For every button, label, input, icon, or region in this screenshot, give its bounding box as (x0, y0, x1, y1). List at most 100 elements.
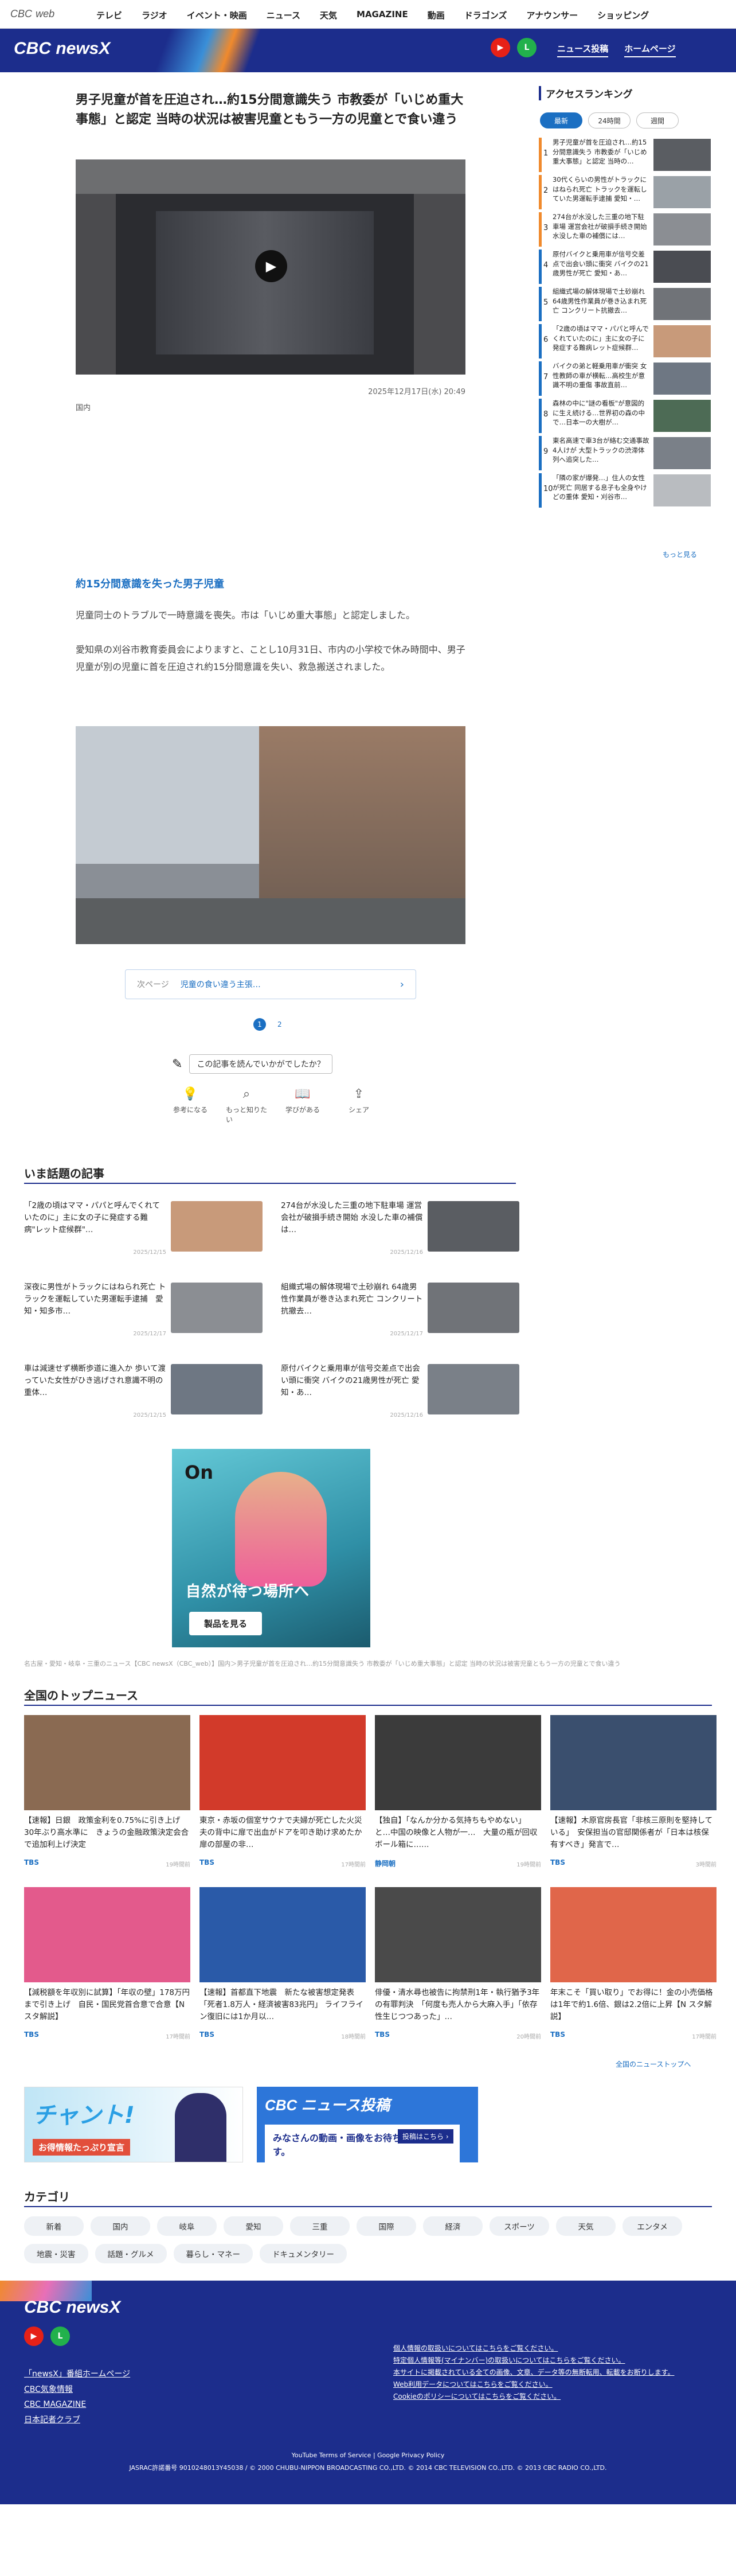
news-post-link[interactable]: ニュース投稿 (557, 42, 609, 57)
terms-links[interactable]: YouTube Terms of Service | Google Privac… (0, 2452, 736, 2459)
top-news-item[interactable]: 【速報】木原官房長官「非核三原則を堅持している」 安保担当の官邸関係者が「日本は… (550, 1715, 717, 1887)
footer-logo[interactable]: CBC newsX (24, 2298, 120, 2317)
trending-item[interactable]: 274台が水没した三重の地下駐車場 運営会社が破損手続き開始 水没した車の補償は… (281, 1200, 522, 1258)
video-frame-top (76, 159, 465, 194)
line-icon[interactable]: L (517, 38, 537, 57)
presenter-image (175, 2093, 226, 2162)
category-tag[interactable]: 新着 (24, 2216, 84, 2236)
category-tag[interactable]: ドキュメンタリー (260, 2244, 347, 2263)
top-news-date: 20時間前 (516, 2034, 541, 2040)
page-1[interactable]: 1 (253, 1018, 266, 1031)
ad-button[interactable]: 製品を見る (189, 1612, 263, 1635)
reaction-more[interactable]: ⌕ もっと知りたい (226, 1087, 267, 1124)
play-icon[interactable]: ▶ (255, 250, 287, 282)
trending-item[interactable]: 車は減速せず横断歩道に進入か 歩いて渡っていた女性がひき逃げされ意識不明の重体…… (24, 1363, 265, 1421)
rank-thumbnail (653, 139, 711, 171)
nav-item-magazine[interactable]: MAGAZINE (357, 9, 408, 21)
footer-link[interactable]: CBC MAGAZINE (24, 2397, 130, 2413)
policy-link[interactable]: 本サイトに掲載されている全ての画像、文章、データ等の無断転用、転載をお断りします… (393, 2367, 674, 2379)
breadcrumb[interactable]: 名古屋・愛知・岐阜・三重のニュース【CBC newsX（CBC_web）】国内＞… (24, 1659, 620, 1668)
news-post-banner[interactable]: CBC ニュース投稿 みなさんの動画・画像をお待ちしています。 投稿はこちら › (257, 2087, 478, 2162)
chant-banner[interactable]: チャント! お得情報たっぷり宣言 (24, 2087, 243, 2162)
footer-link[interactable]: CBC気象情報 (24, 2382, 130, 2398)
category-tag[interactable]: 地震・災害 (24, 2244, 88, 2263)
advertisement[interactable]: On 自然が待つ場所へ 製品を見る (172, 1449, 370, 1647)
top-news-item[interactable]: 【速報】首都直下地震 新たな被害想定発表「死者1.8万人・経済被害83兆円」 ラ… (199, 1887, 366, 2059)
category-tag[interactable]: 国際 (357, 2216, 416, 2236)
nav-item-news[interactable]: ニュース (267, 9, 300, 21)
category-tag[interactable]: 愛知 (224, 2216, 283, 2236)
footer-social-icons: ▶ L (24, 2326, 70, 2346)
ranking-item[interactable]: 4 原付バイクと乗用車が信号交差点で出会い頭に衝突 バイクの21歳男性が死亡 愛知… (539, 250, 711, 284)
category-tag[interactable]: 天気 (556, 2216, 616, 2236)
category-tag[interactable]: スポーツ (490, 2216, 549, 2236)
reaction-helpful[interactable]: 💡 参考になる (170, 1087, 211, 1124)
next-page-link[interactable]: 次ページ 児童の食い違う主張… › (125, 969, 416, 999)
top-news-item[interactable]: 俳優・清水尋也被告に拘禁刑1年・執行猶予3年の有罪判決 「何度も売人から大麻入手… (375, 1887, 541, 2059)
trending-item[interactable]: 組織式場の解体現場で土砂崩れ 64歳男性作業員が巻き込まれ死亡 コンクリート抗撤… (281, 1281, 522, 1340)
article-category[interactable]: 国内 (76, 402, 91, 412)
top-news-item[interactable]: 年末こそ「買い取り」でお得に！金の小売価格は1年で約1.6倍、銀は2.2倍に上昇… (550, 1887, 717, 2059)
trending-item[interactable]: 深夜に男性がトラックにはねられ死亡 トラックを運転していた男運転手逮捕 愛知・知… (24, 1281, 265, 1340)
ranking-item[interactable]: 6 「2歳の頃はママ・パパと呼んでくれていたのに」主に女の子に発症する難病レット症… (539, 324, 711, 358)
top-news-thumbnail (550, 1715, 717, 1810)
category-tag[interactable]: 岐阜 (157, 2216, 217, 2236)
reaction-share[interactable]: ⇪ シェア (338, 1087, 379, 1124)
trending-item[interactable]: 「2歳の頃はママ・パパと呼んでくれていたのに」主に女の子に発症する難病"レット症… (24, 1200, 265, 1258)
ranking-item[interactable]: 10 「隣の家が爆発…」住人の女性が死亡 同居する息子も全身やけどの重体 愛知・刈… (539, 473, 711, 508)
ranking-more-link[interactable]: もっと見る (663, 550, 697, 559)
ranking-item[interactable]: 7 バイクの弟と軽乗用車が衝突 女性教師の車が横転…高校生が意識不明の重傷 事故直… (539, 361, 711, 396)
footer-link[interactable]: 日本記者クラブ (24, 2413, 130, 2428)
nav-item-event[interactable]: イベント・映画 (187, 9, 247, 21)
policy-link[interactable]: 個人情報の取扱いについてはこちらをご覧ください。 (393, 2343, 674, 2355)
youtube-icon[interactable]: ▶ (24, 2326, 44, 2346)
page-2[interactable]: 2 (277, 1020, 282, 1028)
line-icon[interactable]: L (50, 2326, 70, 2346)
trending-item[interactable]: 原付バイクと乗用車が信号交差点で出会い頭に衝突 バイクの21歳男性が死亡 愛知・… (281, 1363, 522, 1421)
youtube-icon[interactable]: ▶ (491, 38, 510, 57)
trending-date: 2025/12/17 (390, 1331, 423, 1337)
tab-latest[interactable]: 最新 (540, 112, 582, 128)
tab-weekly[interactable]: 週間 (636, 112, 679, 128)
nav-item-shopping[interactable]: ショッピング (597, 9, 649, 21)
article-video[interactable]: ▶ (76, 159, 465, 375)
category-tag[interactable]: 国内 (91, 2216, 150, 2236)
tab-24h[interactable]: 24時間 (588, 112, 631, 128)
cbc-web-logo[interactable]: CBC web (10, 6, 54, 21)
policy-link[interactable]: Web利用データについてはこちらをご覧ください。 (393, 2379, 674, 2391)
ranking-item[interactable]: 8 森林の中に"謎の看板"が意図的に生え続ける…世界初の森の中で…日本一の大樹が… (539, 399, 711, 433)
top-news-item[interactable]: 【速報】日銀 政策金利を0.75%に引き上げ 30年ぶり高水準に きょうの金融政… (24, 1715, 190, 1887)
trending-date: 2025/12/17 (133, 1331, 166, 1337)
nav-item-dragons[interactable]: ドラゴンズ (464, 9, 507, 21)
top-news-more-link[interactable]: 全国のニューストップへ (616, 2059, 691, 2069)
ranking-item[interactable]: 2 30代くらいの男性がトラックにはねられ死亡 トラックを運転していた男運転手逮捕… (539, 175, 711, 209)
reaction-learn[interactable]: 📖 学びがある (282, 1087, 323, 1124)
nav-item-radio[interactable]: ラジオ (142, 9, 167, 21)
nav-item-video[interactable]: 動画 (428, 9, 445, 21)
category-tag[interactable]: 暮らし・マネー (173, 2244, 253, 2263)
top-news-item[interactable]: 【独自】「なんか分かる気持ちもやめない」と…中国の映像と人物が一… 大量の瓶が回… (375, 1715, 541, 1887)
trending-title-text: 「2歳の頃はママ・パパと呼んでくれていたのに」主に女の子に発症する難病"レット症… (24, 1201, 160, 1234)
top-news-item[interactable]: 東京・赤坂の個室サウナで夫婦が死亡した火災 夫の背中に扉で出血がドアを叩き助け求… (199, 1715, 378, 1887)
footer-link[interactable]: 「newsX」番組ホームページ (24, 2367, 130, 2382)
top-news-item[interactable]: 【減税額を年収別に試算】「年収の壁」178万円まで引き上げ 自民・国民党首合意で… (24, 1887, 190, 2059)
nav-item-announcer[interactable]: アナウンサー (526, 9, 578, 21)
nav-item-tv[interactable]: テレビ (96, 9, 122, 21)
policy-link[interactable]: Cookieのポリシーについてはこちらをご覧ください。 (393, 2391, 674, 2403)
ranking-item[interactable]: 3 274台が水没した三重の地下駐車場 運営会社が破損手続き開始 水没した車の補償… (539, 212, 711, 247)
newsx-logo[interactable]: CBC newsX (14, 39, 110, 59)
policy-link[interactable]: 特定個人情報等(マイナンバー)の取扱いについてはこちらをご覧ください。 (393, 2355, 674, 2367)
ranking-item[interactable]: 1 男子児童が首を圧迫され…約15分間意識失う 市教委が「いじめ重大事態」と認定 … (539, 138, 711, 172)
rank-marker (539, 436, 542, 470)
article-header: 男子児童が首を圧迫され…約15分間意識失う 市教委が「いじめ重大事態」と認定 当… (76, 91, 465, 130)
category-tag[interactable]: 話題・グルメ (95, 2244, 167, 2263)
nav-item-weather[interactable]: 天気 (320, 9, 337, 21)
ranking-item[interactable]: 5 組織式場の解体現場で土砂崩れ 64歳男性作業員が巻き込まれ死亡 コンクリート抗… (539, 287, 711, 321)
banner-button[interactable]: 投稿はこちら › (398, 2129, 453, 2144)
category-tag[interactable]: 経済 (423, 2216, 483, 2236)
category-tag[interactable]: エンタメ (623, 2216, 682, 2236)
ranking-item[interactable]: 9 東名高速で車3台が絡む交通事故 4人けが 大型トラックの渋滞体列へ追突した… (539, 436, 711, 470)
top-news-source: TBS (24, 2031, 39, 2039)
homepage-link[interactable]: ホームページ (624, 42, 676, 57)
category-tag[interactable]: 三重 (290, 2216, 350, 2236)
